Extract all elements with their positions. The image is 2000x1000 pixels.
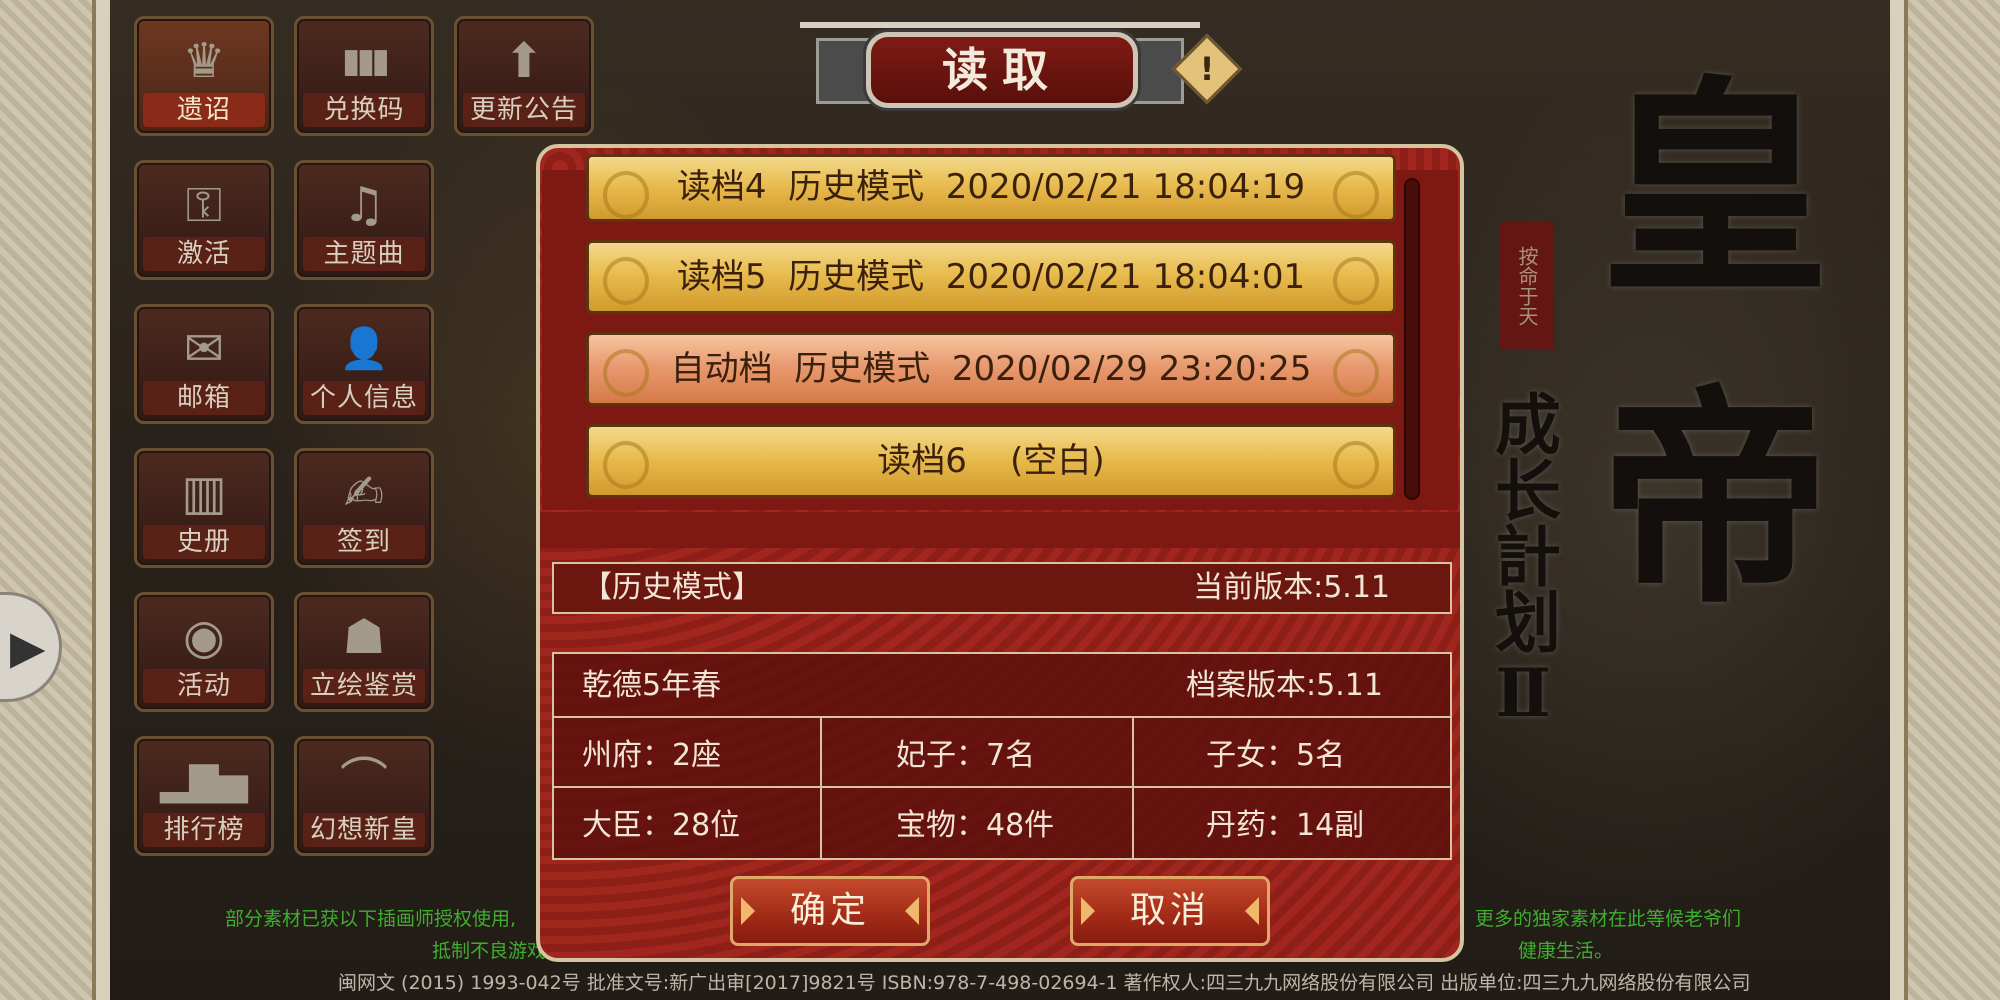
header-top-bar [800,22,1200,28]
menu-button-events[interactable]: ◉ 活动 [134,592,274,712]
warning-icon: ! [1199,50,1215,88]
menu-button-sign-in[interactable]: ✍ 签到 [294,448,434,568]
current-version-label: 当前版本:5.11 [1193,570,1390,605]
mail-icon: ✉ [183,321,225,377]
menu-button-history-book[interactable]: ▥ 史册 [134,448,274,568]
menu-label: 激活 [143,237,265,271]
podium-icon: ▂▇▅ [160,759,248,803]
person-icon: 👤 [339,326,389,372]
menu-label: 主题曲 [303,237,425,271]
menu-label: 兑换码 [303,93,425,127]
drum-icon: ◉ [183,609,225,665]
portrait-icon: ☗ [342,609,386,665]
arrow-up-icon: ⬆ [503,33,545,89]
save-version: 档案版本:5.11 [1186,668,1383,703]
key-icon: ⚿ [185,177,223,233]
save-info-header: 【历史模式】 当前版本:5.11 [552,562,1452,614]
footer-notice-left-1: 部分素材已获以下插画师授权使用, [225,908,517,930]
menu-button-leaderboard[interactable]: ▂▇▅ 排行榜 [134,736,274,856]
music-icon: ♫ [342,177,386,233]
stat-elixirs: 丹药：14副 [1206,808,1365,843]
save-date: 乾德5年春 [582,668,722,703]
table-divider [1132,716,1134,858]
menu-button-fantasy-emperor[interactable]: ⌒ 幻想新皇 [294,736,434,856]
right-decorative-border [1890,0,2000,1000]
menu-label: 签到 [303,525,425,559]
dialog-title: 读取 [942,43,1062,97]
save-slot-4[interactable]: 读档4 历史模式 2020/02/21 18:04:19 [586,154,1396,222]
dialog-title-plaque: 读取 [866,32,1138,108]
table-divider [552,716,1452,718]
menu-button-profile[interactable]: 👤 个人信息 [294,304,434,424]
code-icon: ▮▮▮ [341,41,390,81]
menu-button-portrait-gallery[interactable]: ☗ 立绘鉴赏 [294,592,434,712]
menu-label: 幻想新皇 [303,813,425,847]
dialog-divider [540,512,1460,548]
save-list-scrollbar[interactable] [1404,178,1420,500]
scroll-icon: ▥ [181,465,227,521]
menu-label: 邮箱 [143,381,265,415]
menu-button-activate[interactable]: ⚿ 激活 [134,160,274,280]
menu-button-edict[interactable]: ♛ 遗诏 [134,16,274,136]
stat-children: 子女：5名 [1206,738,1346,773]
footer-notice-right-2: 健康生活。 [1518,940,1614,962]
left-decorative-border [0,0,110,1000]
table-divider [820,716,822,858]
menu-button-theme-song[interactable]: ♫ 主题曲 [294,160,434,280]
save-slot-auto[interactable]: 自动档 历史模式 2020/02/29 23:20:25 [586,332,1396,406]
menu-label: 立绘鉴赏 [303,669,425,703]
cancel-button[interactable]: 取消 [1070,876,1270,946]
menu-button-redeem-code[interactable]: ▮▮▮ 兑换码 [294,16,434,136]
stat-prefectures: 州府：2座 [582,738,722,773]
save-slot-6[interactable]: 读档6 (空白) [586,424,1396,498]
crown-icon: ♛ [182,33,226,89]
stat-consorts: 妃子：7名 [896,738,1036,773]
game-mode-label: 【历史模式】 [582,570,762,605]
menu-label: 排行榜 [143,813,265,847]
signin-icon: ✍ [343,465,385,521]
stat-ministers: 大臣：28位 [582,808,741,843]
menu-button-mailbox[interactable]: ✉ 邮箱 [134,304,274,424]
save-slot-5[interactable]: 读档5 历史模式 2020/02/21 18:04:01 [586,240,1396,314]
footer-notice-left-2: 抵制不良游戏, [432,940,553,962]
menu-button-update-notice[interactable]: ⬆ 更新公告 [454,16,594,136]
confirm-button[interactable]: 确定 [730,876,930,946]
menu-label: 个人信息 [303,381,425,415]
menu-label: 史册 [143,525,265,559]
menu-label: 更新公告 [463,93,585,127]
stat-treasures: 宝物：48件 [896,808,1055,843]
footer-license: 闽网文 (2015) 1993-042号 批准文号:新广出审[2017]9821… [338,972,1751,994]
menu-label: 遗诏 [143,93,265,127]
play-arrow-icon: ▶ [10,620,46,674]
table-divider [552,786,1452,788]
menu-label: 活动 [143,669,265,703]
hat-icon: ⌒ [339,753,388,809]
footer-notice-right-1: 更多的独家素材在此等候老爷们 [1475,908,1742,930]
